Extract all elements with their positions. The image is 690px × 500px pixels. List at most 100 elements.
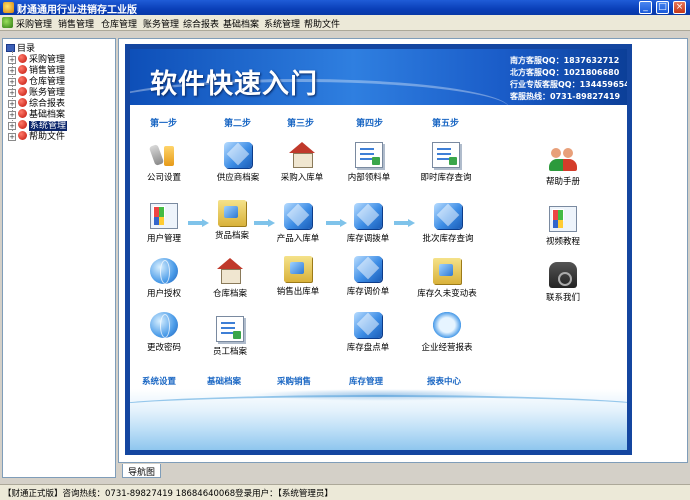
tile-label: 帮助手册: [545, 177, 580, 187]
water-decoration: [130, 389, 627, 450]
warehouse-icon: [216, 258, 244, 284]
tree-item-purchase[interactable]: + 采购管理: [8, 52, 65, 65]
menu-system[interactable]: 系统管理: [264, 17, 300, 30]
expand-icon[interactable]: +: [8, 133, 16, 141]
tools-icon: [150, 142, 178, 168]
transfer-icon: [354, 203, 382, 229]
window-icon: [150, 203, 178, 229]
menu-bar: 采购管理 销售管理 仓库管理 账务管理 综合报表 基础档案 系统管理 帮助文件: [0, 15, 690, 31]
supplier-archive-tile[interactable]: 供应商档案: [207, 142, 269, 183]
banner: 软件快速入门 南方客服QQ：1837632712 北方客服QQ：10218066…: [130, 49, 627, 105]
purchase-in-tile[interactable]: 采购入库单: [271, 142, 333, 183]
menu-accounts[interactable]: 账务管理: [143, 17, 179, 30]
help-manual-tile[interactable]: 帮助手册: [532, 146, 594, 187]
title-bar: 财通通用行业进销存工业版 _ □ ×: [0, 0, 690, 16]
apple-icon: [18, 131, 27, 140]
tree-item-label: 帮助文件: [29, 132, 66, 142]
stock-count-tile[interactable]: 库存盘点单: [337, 312, 399, 353]
tree-item-warehouse[interactable]: + 仓库管理: [8, 74, 65, 87]
maximize-button[interactable]: □: [656, 1, 669, 14]
apple-icon: [18, 54, 27, 63]
tree-item-sales[interactable]: + 销售管理: [8, 63, 65, 76]
contact-qq-north: 北方客服QQ：1021806680: [510, 68, 620, 77]
form-icon: [355, 142, 383, 168]
change-password-tile[interactable]: 更改密码: [133, 312, 195, 353]
category-basic-archive: 基础档案: [207, 377, 242, 387]
password-icon: [150, 312, 178, 338]
tile-label: 货品档案: [214, 231, 249, 241]
apple-icon: [18, 65, 27, 74]
tab-bar: 导航图: [118, 464, 688, 478]
company-settings-tile[interactable]: 公司设置: [133, 142, 195, 183]
tile-label: 公司设置: [146, 173, 181, 183]
step-1: 第一步: [150, 119, 178, 129]
tile-label: 批次库存查询: [422, 234, 474, 244]
tile-label: 仓库档案: [212, 289, 247, 299]
batch-query-icon: [434, 203, 462, 229]
stock-price-adjust-tile[interactable]: 库存调价单: [337, 256, 399, 297]
quick-start-panel: 软件快速入门 南方客服QQ：1837632712 北方客服QQ：10218066…: [130, 49, 627, 450]
warehouse-archive-tile[interactable]: 仓库档案: [199, 258, 261, 299]
sales-out-tile[interactable]: 销售出库单: [267, 256, 329, 297]
tree-item-system[interactable]: + 系统管理: [8, 118, 68, 131]
menu-basic-archive[interactable]: 基础档案: [223, 17, 259, 30]
tile-label: 库存调拨单: [346, 234, 390, 244]
category-purchase-sales: 采购销售: [277, 377, 312, 387]
tile-label: 用户授权: [146, 289, 181, 299]
directory-tree: 目录 + 采购管理 + 销售管理 + 仓库管理 + 账务管理 + 综合报表 + 基础档案 +…: [2, 38, 116, 478]
category-system-settings: 系统设置: [142, 377, 177, 387]
tile-label: 销售出库单: [276, 287, 320, 297]
apple-icon: [18, 120, 27, 129]
video-icon: [549, 206, 577, 232]
tile-label: 即时库存查询: [420, 173, 472, 183]
tree-item-reports[interactable]: + 综合报表: [8, 96, 65, 109]
tile-label: 采购入库单: [280, 173, 324, 183]
product-icon: [284, 203, 312, 229]
speech-icon: [433, 312, 461, 338]
folder-icon: [218, 200, 246, 226]
main-workspace: 软件快速入门 南方客服QQ：1837632712 北方客服QQ：10218066…: [118, 38, 688, 463]
tree-item-accounts[interactable]: + 账务管理: [8, 85, 65, 98]
stock-transfer-tile[interactable]: 库存调拨单: [337, 203, 399, 244]
people-icon: [549, 146, 577, 172]
menu-reports[interactable]: 综合报表: [183, 17, 219, 30]
realtime-stock-query-tile[interactable]: 即时库存查询: [415, 142, 477, 183]
sales-folder-icon: [284, 256, 312, 282]
menu-purchase[interactable]: 采购管理: [16, 17, 52, 30]
internal-requisition-tile[interactable]: 内部领料单: [338, 142, 400, 183]
employee-archive-tile[interactable]: 员工档案: [199, 316, 261, 357]
tile-label: 更改密码: [146, 343, 181, 353]
user-authorization-tile[interactable]: 用户授权: [133, 258, 195, 299]
menu-help[interactable]: 帮助文件: [304, 17, 340, 30]
tab-navigation-map[interactable]: 导航图: [122, 464, 162, 478]
flow-arrow: [394, 219, 416, 227]
contact-us-tile[interactable]: 联系我们: [532, 262, 594, 303]
contact-hotline: 客服热线：0731-89827419: [510, 92, 621, 101]
report-icon: [432, 142, 460, 168]
tree-item-help[interactable]: + 帮助文件: [8, 129, 66, 142]
contact-qq-south: 南方客服QQ：1837632712: [510, 56, 620, 65]
book-icon: [6, 44, 15, 52]
tile-label: 内部领料单: [347, 173, 391, 183]
status-text: 【财通正式版】咨询热线：0731-89827419 18684640068登录用…: [3, 489, 333, 499]
price-adjust-icon: [354, 256, 382, 282]
minimize-button[interactable]: _: [639, 1, 652, 14]
menu-sales[interactable]: 销售管理: [58, 17, 94, 30]
tree-item-basic-archive[interactable]: + 基础档案: [8, 107, 65, 120]
app-menu-icon: [2, 17, 13, 28]
apple-icon: [18, 87, 27, 96]
app-icon: [3, 2, 14, 13]
user-management-tile[interactable]: 用户管理: [133, 203, 195, 244]
stock-long-unchanged-tile[interactable]: 库存久未变动表: [416, 258, 478, 299]
video-tutorial-tile[interactable]: 视频教程: [532, 206, 594, 247]
tile-label: 库存盘点单: [346, 343, 390, 353]
product-in-tile[interactable]: 产品入库单: [267, 203, 329, 244]
step-3: 第三步: [287, 119, 315, 129]
close-button[interactable]: ×: [673, 1, 686, 14]
tile-label: 库存调价单: [346, 287, 390, 297]
menu-warehouse[interactable]: 仓库管理: [101, 17, 137, 30]
business-report-tile[interactable]: 企业经营报表: [416, 312, 478, 353]
stock-count-icon: [354, 312, 382, 338]
apple-icon: [18, 76, 27, 85]
batch-stock-query-tile[interactable]: 批次库存查询: [417, 203, 479, 244]
